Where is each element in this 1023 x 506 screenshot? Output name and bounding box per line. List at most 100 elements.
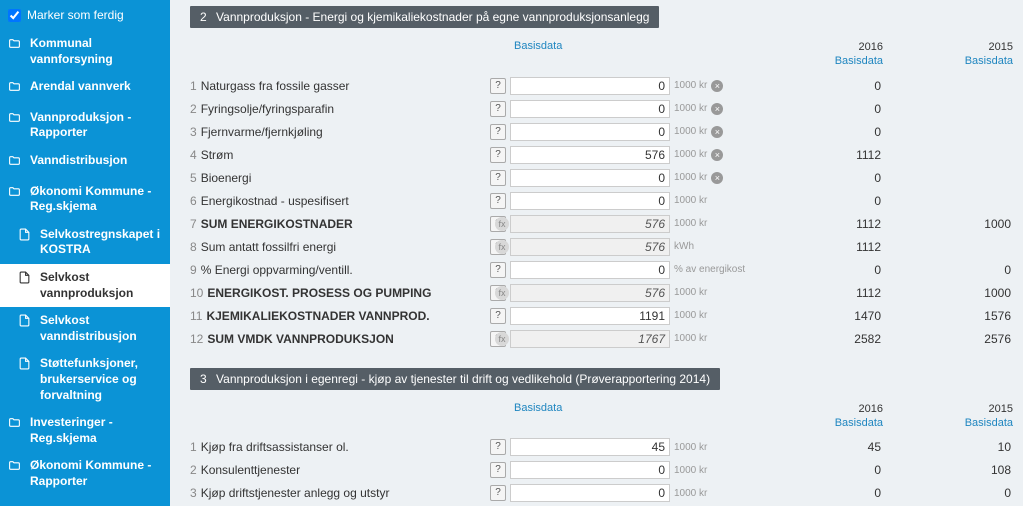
- value-input[interactable]: [511, 193, 669, 209]
- value-input-cell[interactable]: [510, 484, 670, 502]
- sidebar-item-label: Økonomi Kommune - Reg.skjema: [30, 184, 162, 215]
- value-input-cell[interactable]: [510, 461, 670, 479]
- value-input-cell[interactable]: [510, 77, 670, 95]
- marker-ferdig-row: Marker som ferdig: [0, 4, 170, 30]
- calc-icon: fx: [495, 286, 509, 300]
- col-basisdata-label: Basisdata: [510, 40, 670, 69]
- sidebar-item[interactable]: Selvkostregnskapet i KOSTRA: [0, 221, 170, 264]
- value-input-cell[interactable]: [510, 261, 670, 279]
- sidebar-item[interactable]: Vanndistribusjon: [0, 147, 170, 178]
- unit-label: 1000 kr×: [670, 126, 750, 138]
- table-row: 5Bioenergi?1000 kr×0: [190, 167, 1013, 189]
- main-content: 2 Vannproduksjon - Energi og kjemikaliek…: [170, 0, 1023, 506]
- sidebar-item-label: Selvkostregnskapet i KOSTRA: [40, 227, 162, 258]
- row-label: 12SUM VMDK VANNPRODUKSJON: [190, 332, 490, 346]
- sidebar-item[interactable]: Økonomi Kommune - Reg.skjema: [0, 178, 170, 221]
- sidebar: Marker som ferdig Kommunal vannforsyning…: [0, 0, 170, 506]
- year-2016-value: 0: [753, 486, 883, 500]
- help-button[interactable]: ?: [490, 439, 506, 455]
- help-button[interactable]: ?: [490, 147, 506, 163]
- section-3: 3 Vannproduksjon i egenregi - kjøp av tj…: [190, 368, 1013, 506]
- clear-icon[interactable]: ×: [711, 80, 723, 92]
- clear-icon[interactable]: ×: [711, 149, 723, 161]
- help-button[interactable]: ?: [490, 124, 506, 140]
- col-year-2016-basis: Basisdata: [753, 54, 883, 68]
- value-input[interactable]: [511, 262, 669, 278]
- value-input-cell[interactable]: [510, 169, 670, 187]
- year-2015-value: 1000: [883, 217, 1013, 231]
- table-row: 10ENERGIKOST. PROSESS OG PUMPING?fx57610…: [190, 282, 1013, 304]
- row-label: 4Strøm: [190, 148, 490, 162]
- table-row: 2Konsulenttjenester?1000 kr0108: [190, 459, 1013, 481]
- folder-icon: [8, 111, 24, 129]
- calc-value: 576: [511, 240, 669, 254]
- value-input-cell[interactable]: [510, 123, 670, 141]
- value-input-cell[interactable]: [510, 146, 670, 164]
- year-2016-value: 1112: [753, 286, 883, 300]
- value-input[interactable]: [511, 485, 669, 501]
- value-input-cell[interactable]: [510, 438, 670, 456]
- sidebar-item[interactable]: Selvkost vanndistribusjon: [0, 307, 170, 350]
- sidebar-item[interactable]: Investeringer - Reg.skjema: [0, 409, 170, 452]
- table-row: 6Energikostnad - uspesifisert? 1000 kr0: [190, 190, 1013, 212]
- clear-icon[interactable]: ×: [711, 126, 723, 138]
- clear-icon[interactable]: ×: [711, 172, 723, 184]
- value-input[interactable]: [511, 439, 669, 455]
- marker-ferdig-checkbox[interactable]: [8, 9, 21, 22]
- col-year-2016: 2016: [753, 40, 883, 54]
- row-label: 9% Energi oppvarming/ventill.: [190, 263, 490, 277]
- col-year-2015-basis-3: Basisdata: [883, 416, 1013, 430]
- value-input[interactable]: [511, 147, 669, 163]
- document-icon: [18, 314, 34, 332]
- sidebar-item[interactable]: Økonomi Kommune - Rapporter: [0, 452, 170, 495]
- section-2-title: Vannproduksjon - Energi og kjemikaliekos…: [216, 10, 649, 24]
- help-button[interactable]: ?: [490, 101, 506, 117]
- help-button[interactable]: ?: [490, 170, 506, 186]
- unit-label: 1000 kr×: [670, 172, 750, 184]
- folder-icon: [8, 37, 24, 55]
- unit-label: 1000 kr: [670, 195, 750, 206]
- sidebar-item[interactable]: Støttefunksjoner, brukerservice og forva…: [0, 350, 170, 409]
- row-label: 5Bioenergi: [190, 171, 490, 185]
- help-button[interactable]: ?: [490, 308, 506, 324]
- sidebar-item-label: Støttefunksjoner, brukerservice og forva…: [40, 356, 162, 403]
- sidebar-item[interactable]: Selvkost vannproduksjon: [0, 264, 170, 307]
- help-button[interactable]: ?: [490, 262, 506, 278]
- section-3-num: 3: [200, 372, 207, 386]
- sidebar-item[interactable]: Vannproduksjon - Rapporter: [0, 104, 170, 147]
- sidebar-item[interactable]: Arendal vannverk: [0, 73, 170, 104]
- year-2016-value: 0: [753, 194, 883, 208]
- value-input[interactable]: [511, 308, 669, 324]
- value-input[interactable]: [511, 78, 669, 94]
- year-2016-value: 1470: [753, 309, 883, 323]
- value-input[interactable]: [511, 101, 669, 117]
- row-label: 6Energikostnad - uspesifisert: [190, 194, 490, 208]
- value-input-cell[interactable]: [510, 307, 670, 325]
- calc-value: 576: [511, 217, 669, 231]
- unit-label: 1000 kr: [670, 442, 750, 453]
- clear-icon[interactable]: ×: [711, 103, 723, 115]
- calc-value-cell: fx576: [510, 284, 670, 302]
- value-input[interactable]: [511, 462, 669, 478]
- help-button[interactable]: ?: [490, 485, 506, 501]
- value-input-cell[interactable]: [510, 192, 670, 210]
- sidebar-item[interactable]: Kommunal vannforsyning: [0, 30, 170, 73]
- section-3-col-headers: Basisdata 2016 Basisdata 2015 Basisdata: [190, 402, 1013, 431]
- help-button[interactable]: ?: [490, 462, 506, 478]
- unit-label: 1000 kr: [670, 287, 750, 298]
- year-2015-value: 1576: [883, 309, 1013, 323]
- calc-icon: fx: [495, 332, 509, 346]
- help-button[interactable]: ?: [490, 193, 506, 209]
- table-row: 8Sum antatt fossilfri energi?fx576kWh111…: [190, 236, 1013, 258]
- sidebar-item-label: Økonomi Kommune - Rapporter: [30, 458, 162, 489]
- unit-label: 1000 kr×: [670, 80, 750, 92]
- col-year-2015: 2015: [883, 40, 1013, 54]
- value-input-cell[interactable]: [510, 100, 670, 118]
- help-button[interactable]: ?: [490, 78, 506, 94]
- unit-label: % av energikost: [670, 264, 750, 275]
- table-row: 11KJEMIKALIEKOSTNADER VANNPROD.?1000 kr1…: [190, 305, 1013, 327]
- value-input[interactable]: [511, 170, 669, 186]
- section-3-title: Vannproduksjon i egenregi - kjøp av tjen…: [216, 372, 710, 386]
- document-icon: [18, 271, 34, 289]
- value-input[interactable]: [511, 124, 669, 140]
